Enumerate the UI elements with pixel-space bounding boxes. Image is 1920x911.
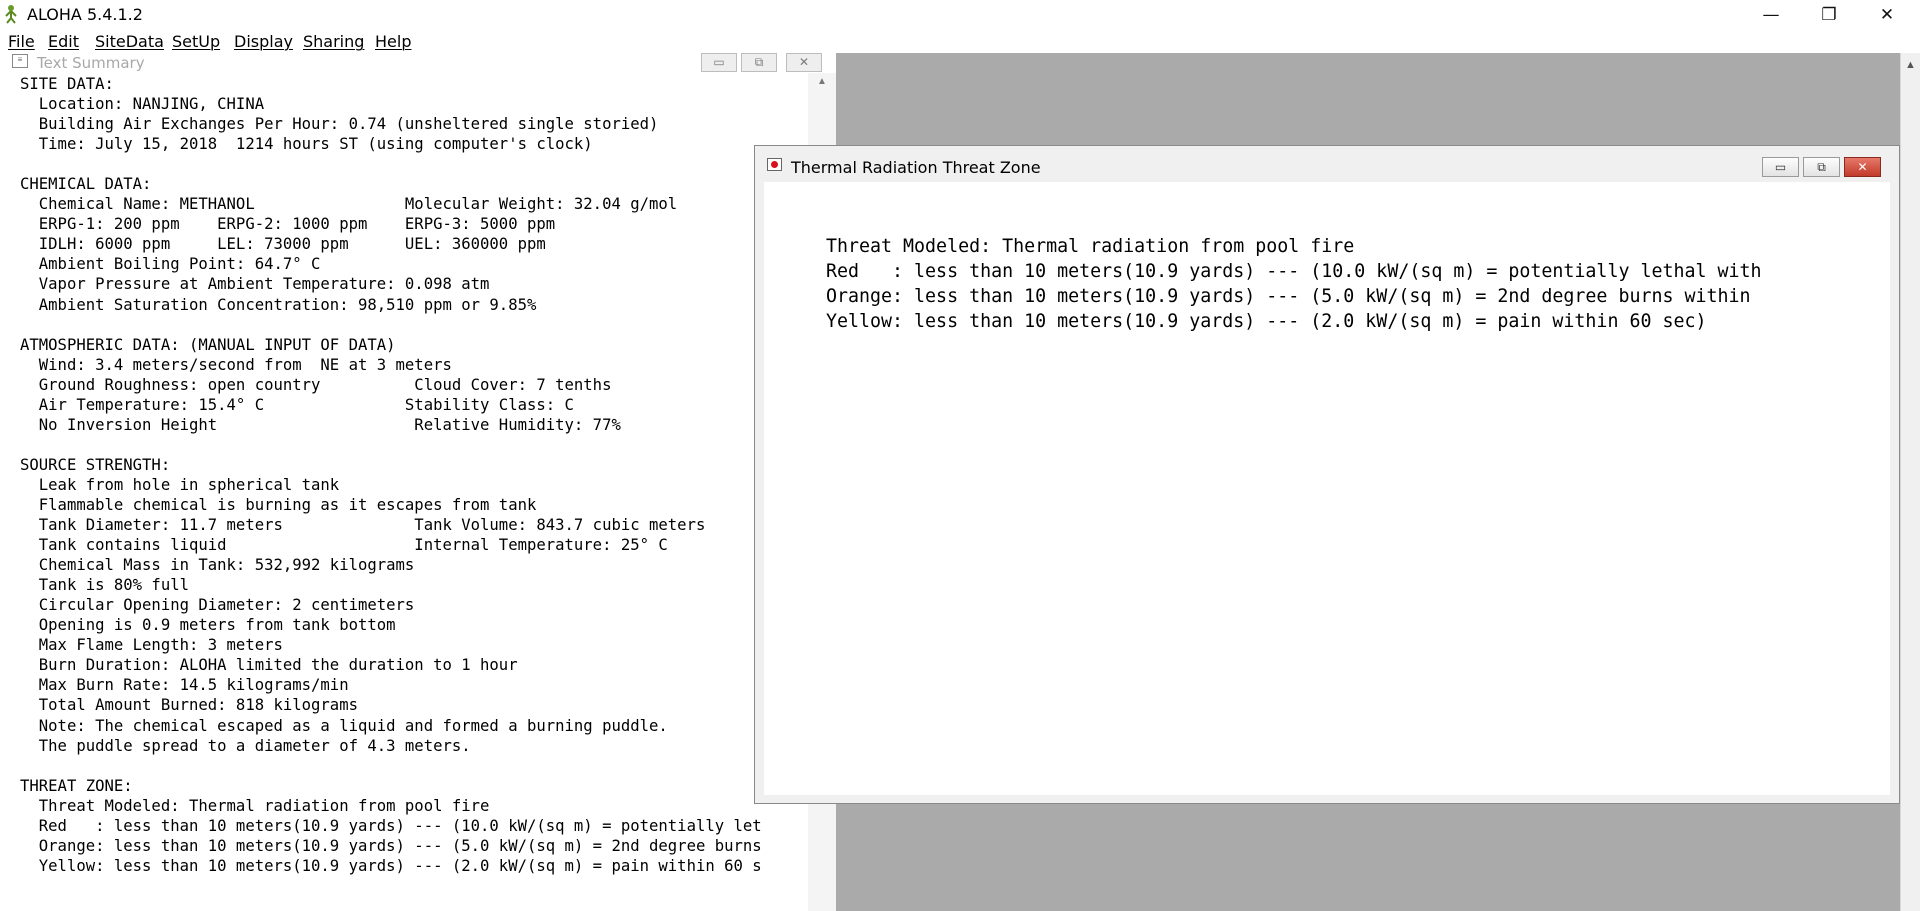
- aloha-app-icon: [5, 5, 17, 24]
- document-icon: ≡: [12, 54, 28, 68]
- summary-close-button[interactable]: ✕: [786, 53, 822, 72]
- text-summary-titlebar: ≡ Text Summary ▭ ⧉ ✕: [0, 53, 836, 73]
- summary-minimize-button[interactable]: ▭: [701, 53, 737, 72]
- close-button[interactable]: ✕: [1858, 0, 1916, 29]
- summary-restore-button[interactable]: ⧉: [741, 53, 777, 72]
- thermal-radiation-content: Threat Modeled: Thermal radiation from p…: [764, 182, 1890, 795]
- thermal-radiation-title: Thermal Radiation Threat Zone: [791, 158, 1041, 177]
- restore-button[interactable]: ❐: [1800, 0, 1858, 29]
- minimize-button[interactable]: —: [1742, 0, 1800, 29]
- close-icon: ✕: [1879, 4, 1895, 25]
- thermal-radiation-titlebar: Thermal Radiation Threat Zone ▭ ⧉ ✕: [755, 146, 1899, 181]
- text-summary-title: Text Summary: [37, 54, 145, 72]
- threat-zone-text: Threat Modeled: Thermal radiation from p…: [826, 236, 1762, 332]
- text-summary-window: ≡ Text Summary ▭ ⧉ ✕ SITE DATA: Location…: [0, 53, 836, 911]
- threat-minimize-button[interactable]: ▭: [1762, 157, 1799, 177]
- minimize-icon: —: [1762, 4, 1780, 25]
- menu-sharing[interactable]: Sharing: [303, 32, 364, 51]
- app-title: ALOHA 5.4.1.2: [27, 5, 143, 24]
- threat-restore-button[interactable]: ⧉: [1803, 157, 1840, 177]
- text-summary-content: SITE DATA: Location: NANJING, CHINA Buil…: [20, 75, 762, 875]
- menu-bar: File Edit SiteData SetUp Display Sharing…: [0, 29, 1920, 53]
- menu-display[interactable]: Display: [234, 32, 293, 51]
- thermal-radiation-window: Thermal Radiation Threat Zone ▭ ⧉ ✕ Thre…: [754, 145, 1900, 804]
- menu-file[interactable]: File: [8, 32, 35, 51]
- menu-setup[interactable]: SetUp: [172, 32, 220, 51]
- menu-sitedata[interactable]: SiteData: [95, 32, 164, 51]
- restore-icon: ❐: [1821, 4, 1837, 25]
- scroll-up-arrow-icon[interactable]: ▲: [1905, 59, 1916, 71]
- app-titlebar: ALOHA 5.4.1.2 — ❐ ✕: [0, 0, 1920, 29]
- menu-edit[interactable]: Edit: [48, 32, 79, 51]
- menu-help[interactable]: Help: [375, 32, 411, 51]
- summary-scroll-up-icon[interactable]: ▲: [817, 76, 827, 87]
- threat-zone-icon: [767, 158, 782, 171]
- mdi-vertical-scrollbar[interactable]: ▲: [1900, 53, 1920, 911]
- threat-close-button[interactable]: ✕: [1844, 157, 1881, 177]
